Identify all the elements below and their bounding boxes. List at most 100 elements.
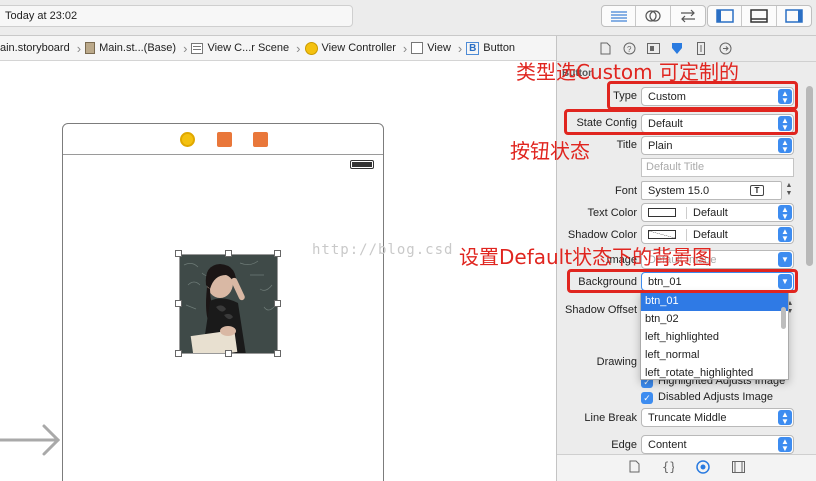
font-picker-icon[interactable]: T <box>750 185 764 196</box>
quick-help-icon[interactable]: ? <box>622 42 636 56</box>
popup-arrows-icon: ▲ ▼ <box>778 410 792 425</box>
annotation-box-type <box>607 81 798 110</box>
dropdown-option[interactable]: btn_02 <box>641 311 788 329</box>
chevron-right-icon: › <box>457 40 463 56</box>
breadcrumb-label: View C...r Scene <box>207 42 290 54</box>
drawing-label: Drawing <box>596 356 637 368</box>
exit-icon[interactable] <box>253 132 268 147</box>
svg-text:{}: {} <box>662 460 674 473</box>
attributes-inspector-icon[interactable] <box>670 42 684 56</box>
line-break-popup[interactable]: Truncate Middle ▲ ▼ <box>641 408 794 427</box>
shadow-color-value: Default <box>686 228 728 241</box>
resize-handle[interactable] <box>274 250 281 257</box>
resize-handle[interactable] <box>274 300 281 307</box>
button-icon: B <box>466 41 480 55</box>
line-break-label: Line Break <box>584 412 637 424</box>
watermark: http://blog.csd <box>312 242 454 258</box>
breadcrumb-base[interactable]: Main.st...(Base) › <box>85 41 191 56</box>
disabled-adjusts-label: Disabled Adjusts Image <box>658 391 773 403</box>
resize-handle[interactable] <box>225 250 232 257</box>
popup-arrows-icon: ▲ ▼ <box>778 138 792 153</box>
breadcrumb-button[interactable]: B Button <box>466 41 516 55</box>
media-library-icon[interactable] <box>732 460 745 476</box>
debug-area-toggle-icon[interactable] <box>742 6 777 26</box>
chevron-right-icon: › <box>183 40 188 56</box>
line-break-value: Truncate Middle <box>648 411 727 424</box>
dropdown-option[interactable]: left_normal <box>641 347 788 365</box>
battery-icon <box>350 160 374 169</box>
view-controller-icon <box>304 41 318 55</box>
breadcrumb-label: Main.st...(Base) <box>99 42 177 54</box>
shadow-color-label: Shadow Color <box>567 229 637 241</box>
resize-handle[interactable] <box>225 350 232 357</box>
annotation-box-state-config <box>564 109 798 135</box>
breadcrumb-label: Button <box>483 42 516 54</box>
resize-handle[interactable] <box>274 350 281 357</box>
scene-icon <box>191 42 204 54</box>
size-inspector-icon[interactable] <box>694 42 708 56</box>
annotation-type-note: 类型选Custom 可定制的 <box>516 60 739 84</box>
resize-handle[interactable] <box>175 350 182 357</box>
dropdown-option[interactable]: left_highlighted <box>641 329 788 347</box>
breadcrumb-storyboard[interactable]: ain.storyboard › <box>0 41 85 56</box>
storyboard-canvas[interactable]: http://blog.csd <box>0 62 556 481</box>
disabled-adjusts-checkbox[interactable]: ✓ <box>641 392 653 404</box>
button-background-image <box>180 255 277 353</box>
first-responder-icon[interactable] <box>217 132 232 147</box>
text-color-popup[interactable]: Default ▲ ▼ <box>641 203 794 222</box>
dropdown-option[interactable]: btn_01 <box>641 293 788 311</box>
font-label: Font <box>614 185 637 197</box>
resize-handle[interactable] <box>175 250 182 257</box>
file-template-library-icon[interactable] <box>629 460 640 476</box>
utilities-toggle-icon[interactable] <box>777 6 811 26</box>
resize-handle[interactable] <box>175 300 182 307</box>
view-controller-scene[interactable] <box>62 123 384 481</box>
edge-popup[interactable]: Content ▲ ▼ <box>641 435 794 454</box>
chevron-right-icon: › <box>402 40 408 56</box>
assistant-editor-icon[interactable] <box>636 6 671 26</box>
popup-arrows-icon: ▲ ▼ <box>778 205 792 220</box>
breadcrumb-scene[interactable]: View C...r Scene › <box>191 41 304 56</box>
file-inspector-icon[interactable] <box>598 42 612 56</box>
identity-inspector-icon[interactable] <box>646 42 660 56</box>
breadcrumb-view[interactable]: View › <box>411 41 466 56</box>
title-text-field[interactable]: Default Title <box>641 158 794 177</box>
view-controller-icon[interactable] <box>180 132 195 147</box>
dropdown-scrollbar[interactable] <box>781 307 786 329</box>
title-type-popup[interactable]: Plain ▲ ▼ <box>641 136 794 155</box>
chevron-right-icon: › <box>76 40 82 56</box>
inspector-scrollbar[interactable] <box>806 86 813 266</box>
code-snippet-library-icon[interactable]: {} <box>662 460 676 476</box>
custom-button[interactable] <box>179 254 278 354</box>
edge-value: Content <box>648 438 687 451</box>
popup-arrows-icon: ▲ ▼ <box>778 437 792 452</box>
breadcrumb-label: ain.storyboard <box>0 42 70 54</box>
annotation-state-note: 按钮状态 <box>510 139 590 163</box>
annotation-box-background <box>567 269 798 293</box>
editor-mode-control <box>601 5 706 27</box>
clear-color-swatch <box>648 230 676 239</box>
navigator-toggle-icon[interactable] <box>708 6 743 26</box>
toolbar: Today at 23:02 <box>0 0 816 36</box>
popup-arrows-icon: ▼ <box>778 252 792 267</box>
version-editor-icon[interactable] <box>671 6 705 26</box>
library-tabs: {} <box>557 454 816 481</box>
breadcrumb-label: View <box>427 42 451 54</box>
font-value: System 15.0 <box>648 184 710 197</box>
object-library-icon[interactable] <box>696 459 710 477</box>
breadcrumb-view-controller[interactable]: View Controller › <box>304 40 412 56</box>
view-toggle-control <box>707 5 812 27</box>
connections-inspector-icon[interactable] <box>718 42 732 56</box>
popup-arrows-icon: ▲ ▼ <box>778 227 792 242</box>
initial-view-controller-arrow-icon <box>0 424 61 456</box>
font-field[interactable]: System 15.0 T <box>641 181 782 200</box>
font-size-stepper[interactable]: ▲ ▼ <box>784 182 794 200</box>
dropdown-option[interactable]: left_rotate_highlighted <box>641 365 788 379</box>
scene-dock <box>63 124 383 155</box>
background-dropdown[interactable]: btn_01 btn_02 left_highlighted left_norm… <box>640 292 789 380</box>
breadcrumb-label: View Controller <box>321 42 396 54</box>
standard-editor-icon[interactable] <box>602 6 637 26</box>
color-swatch <box>648 208 676 217</box>
storyboard-file-icon <box>85 42 96 54</box>
chevron-right-icon: › <box>296 40 301 56</box>
